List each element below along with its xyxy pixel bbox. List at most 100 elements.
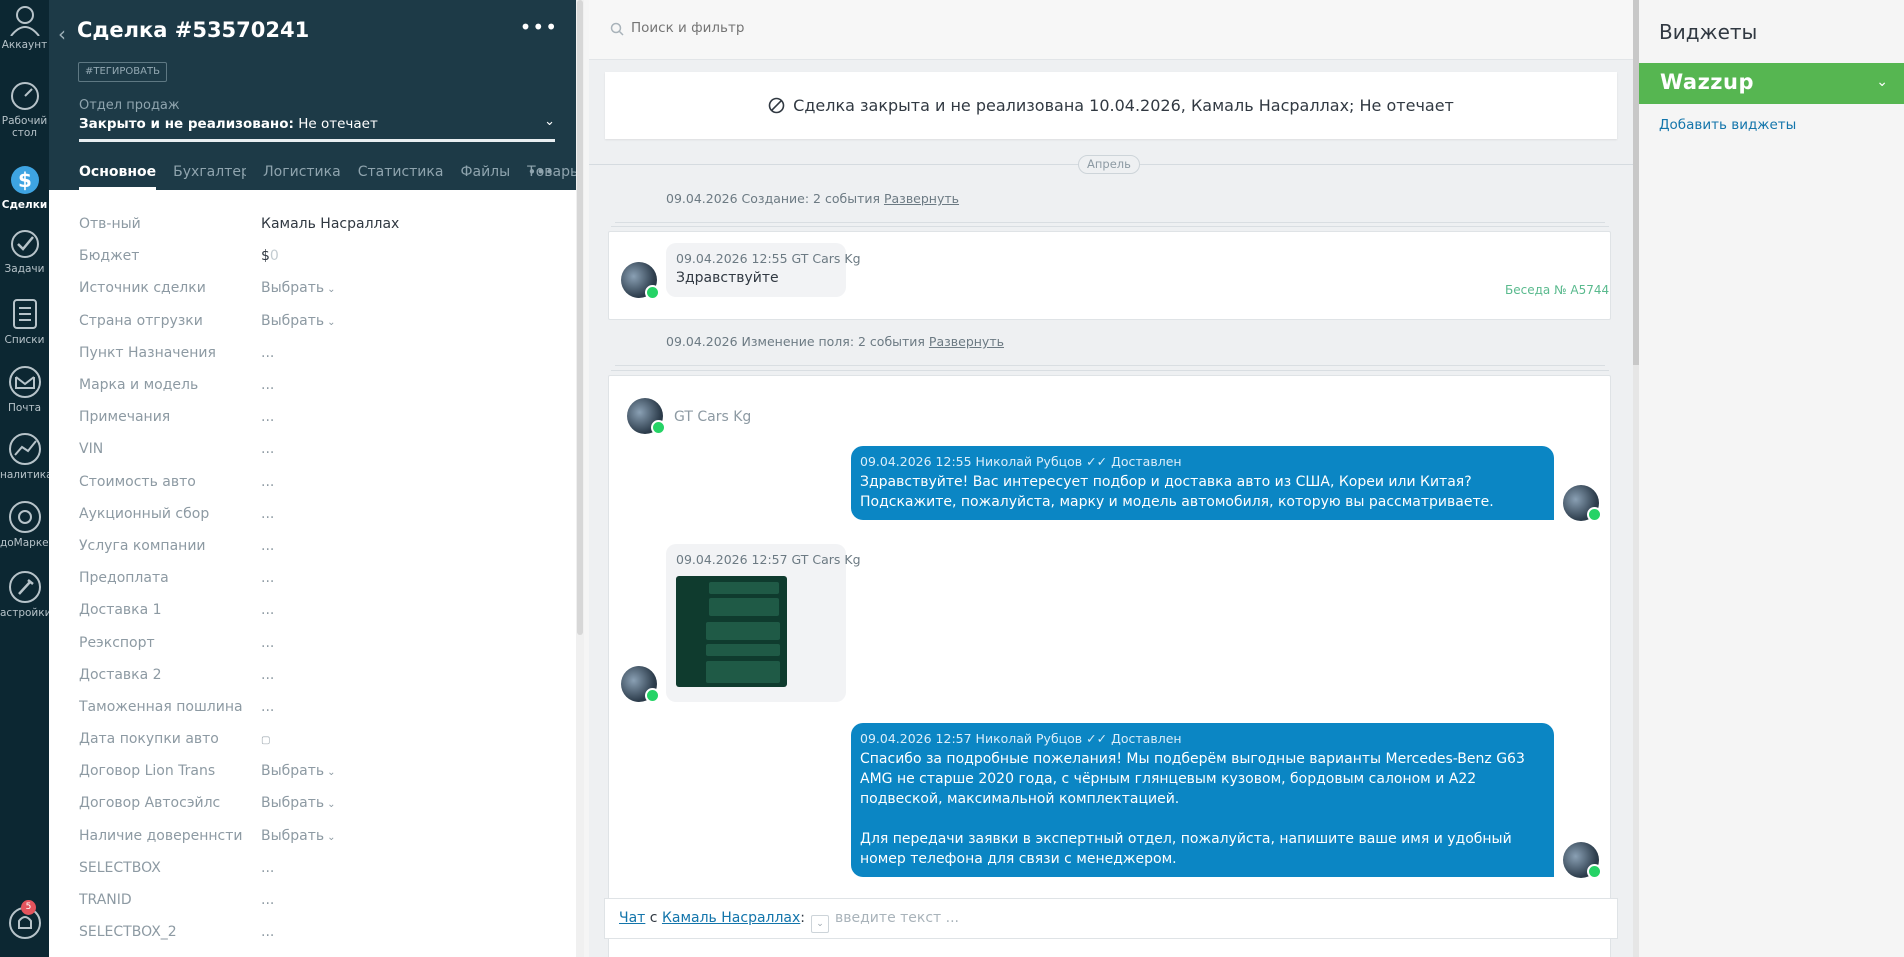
more-actions-button[interactable]: •••: [520, 15, 558, 39]
wazzup-widget[interactable]: Wazzup ⌄: [1639, 63, 1904, 104]
add-widgets-link[interactable]: Добавить виджеты: [1659, 117, 1796, 133]
field-value[interactable]: Камаль Насраллах: [261, 216, 399, 232]
field-value[interactable]: ...: [261, 570, 274, 586]
field-value[interactable]: ...: [261, 538, 274, 554]
expand-field-change-link[interactable]: Развернуть: [929, 334, 1004, 349]
field-row: Стоимость авто...: [79, 466, 559, 498]
message-text: Здравствуйте: [676, 270, 779, 286]
search-input[interactable]: [631, 20, 1231, 36]
tab-files[interactable]: Файлы: [460, 164, 510, 190]
field-label: Предоплата: [79, 570, 169, 587]
nav-lists-label: Списки: [4, 334, 45, 346]
incoming-message: 09.04.2026 12:55 GT Cars Kg Здравствуйте: [666, 243, 861, 297]
wazzup-name: Wazzup: [1660, 70, 1755, 94]
field-value[interactable]: ...: [261, 409, 274, 425]
feed-scrollbar-thumb[interactable]: [1633, 0, 1639, 365]
field-row: SELECTBOX...: [79, 852, 559, 884]
nav-market[interactable]: доМаркет: [0, 500, 49, 549]
field-value[interactable]: ...: [261, 667, 274, 683]
message-text: Спасибо за подробные пожелания! Мы подбе…: [860, 751, 1525, 807]
field-value[interactable]: Выбрать ⌄: [261, 828, 336, 844]
field-row: REFERER: [79, 948, 559, 957]
svg-text:$: $: [18, 168, 32, 192]
nav-settings[interactable]: астройки: [0, 570, 49, 619]
calendar-icon[interactable]: ▢: [261, 735, 270, 746]
chevron-down-icon[interactable]: ⌄: [811, 915, 830, 933]
field-value[interactable]: ...: [261, 892, 274, 908]
nav-dashboard-label-2: стол: [11, 127, 38, 139]
nav-market-label: доМаркет: [0, 537, 49, 549]
field-value[interactable]: ▢: [261, 731, 270, 747]
card-scrollbar-thumb[interactable]: [577, 0, 583, 635]
nav-deals[interactable]: $ Сделки: [0, 160, 49, 211]
field-value[interactable]: ...: [261, 699, 274, 715]
field-row: VIN...: [79, 433, 559, 465]
field-row: Аукционный сбор...: [79, 498, 559, 530]
field-row: Марка и модель...: [79, 369, 559, 401]
chevron-down-icon: ⌄: [327, 799, 336, 811]
event-creation-text: 09.04.2026 Создание: 2 события: [666, 191, 884, 206]
tabs-more-button[interactable]: •••: [527, 163, 554, 181]
field-value[interactable]: ...: [261, 924, 274, 940]
feed-scrollbar[interactable]: [1633, 0, 1639, 957]
tab-logistics[interactable]: Логистика: [263, 164, 341, 190]
closed-banner-text: Сделка закрыта и не реализована 10.04.20…: [793, 96, 1454, 115]
chat-type-link[interactable]: Чат: [619, 910, 645, 926]
nav-mail[interactable]: Почта: [0, 365, 49, 414]
whatsapp-icon: [645, 688, 660, 703]
nav-lists[interactable]: Списки: [0, 297, 49, 346]
expand-creation-link[interactable]: Развернуть: [884, 191, 959, 206]
tab-main[interactable]: Основное: [79, 164, 157, 190]
tag-button[interactable]: #ТЕГИРОВАТЬ: [78, 62, 167, 82]
field-value[interactable]: ...: [261, 441, 274, 457]
field-value[interactable]: ...: [261, 474, 274, 490]
field-value[interactable]: Выбрать ⌄: [261, 763, 336, 779]
field-value[interactable]: $0: [261, 248, 279, 264]
chat-recipient-link[interactable]: Камаль Насраллах: [662, 910, 800, 926]
analytics-icon: [8, 433, 41, 465]
nav-dashboard[interactable]: Рабочий стол: [0, 80, 49, 139]
nav-tasks-label: Задачи: [4, 263, 45, 275]
field-value[interactable]: ...: [261, 377, 274, 393]
stack-edge: [615, 365, 1605, 366]
field-value[interactable]: ...: [261, 506, 274, 522]
stage-chevron-icon[interactable]: ⌄: [544, 114, 555, 129]
chat-text-input[interactable]: введите текст ...: [835, 910, 959, 926]
message-meta: 09.04.2026 12:55 GT Cars Kg: [676, 251, 861, 266]
field-label: Дата покупки авто: [79, 731, 219, 748]
field-value-text: Выбрать: [261, 795, 325, 812]
field-value[interactable]: Выбрать ⌄: [261, 313, 336, 329]
nav-account[interactable]: Аккаунт: [0, 4, 49, 51]
field-row: Бюджет $0: [79, 240, 559, 272]
chat-input-bar: Чат с Камаль Насраллах: ⌄ введите текст ..…: [604, 898, 1618, 939]
conversation-id[interactable]: Беседа № A5744: [1505, 283, 1609, 297]
back-arrow-icon[interactable]: ‹: [58, 22, 66, 46]
month-label: Апрель: [1078, 155, 1140, 174]
image-strip: [706, 622, 780, 640]
field-value[interactable]: ...: [261, 635, 274, 651]
field-label: Стоимость авто: [79, 473, 196, 490]
field-value[interactable]: ...: [261, 860, 274, 876]
card-scrollbar[interactable]: [576, 0, 584, 957]
field-row: Таможенная пошлина...: [79, 691, 559, 723]
contact-name[interactable]: GT Cars Kg: [674, 409, 751, 425]
chevron-down-icon[interactable]: ⌄: [1876, 74, 1888, 90]
field-label: Бюджет: [79, 248, 140, 265]
nav-tasks[interactable]: Задачи: [0, 228, 49, 275]
field-value[interactable]: ...: [261, 602, 274, 618]
field-value[interactable]: Выбрать ⌄: [261, 795, 336, 811]
event-field-change-text: 09.04.2026 Изменение поля: 2 события: [666, 334, 929, 349]
stack-edge: [611, 226, 1609, 227]
field-value[interactable]: Выбрать ⌄: [261, 280, 336, 296]
budget-amount: 0: [269, 248, 279, 265]
attached-image[interactable]: [676, 576, 787, 687]
double-check-icon: ✓✓: [1086, 454, 1108, 469]
deal-title[interactable]: Сделка #53570241: [77, 18, 309, 42]
field-value[interactable]: ...: [261, 345, 274, 361]
nav-analytics[interactable]: налитика: [0, 432, 49, 481]
tab-statistics[interactable]: Статистика: [358, 164, 444, 190]
tab-accounting[interactable]: Бухгалтер: [173, 164, 246, 190]
chevron-down-icon: ⌄: [327, 767, 336, 779]
stage-select[interactable]: Закрыто и не реализовано: Не отечает: [79, 116, 555, 132]
image-strip: [706, 644, 780, 656]
